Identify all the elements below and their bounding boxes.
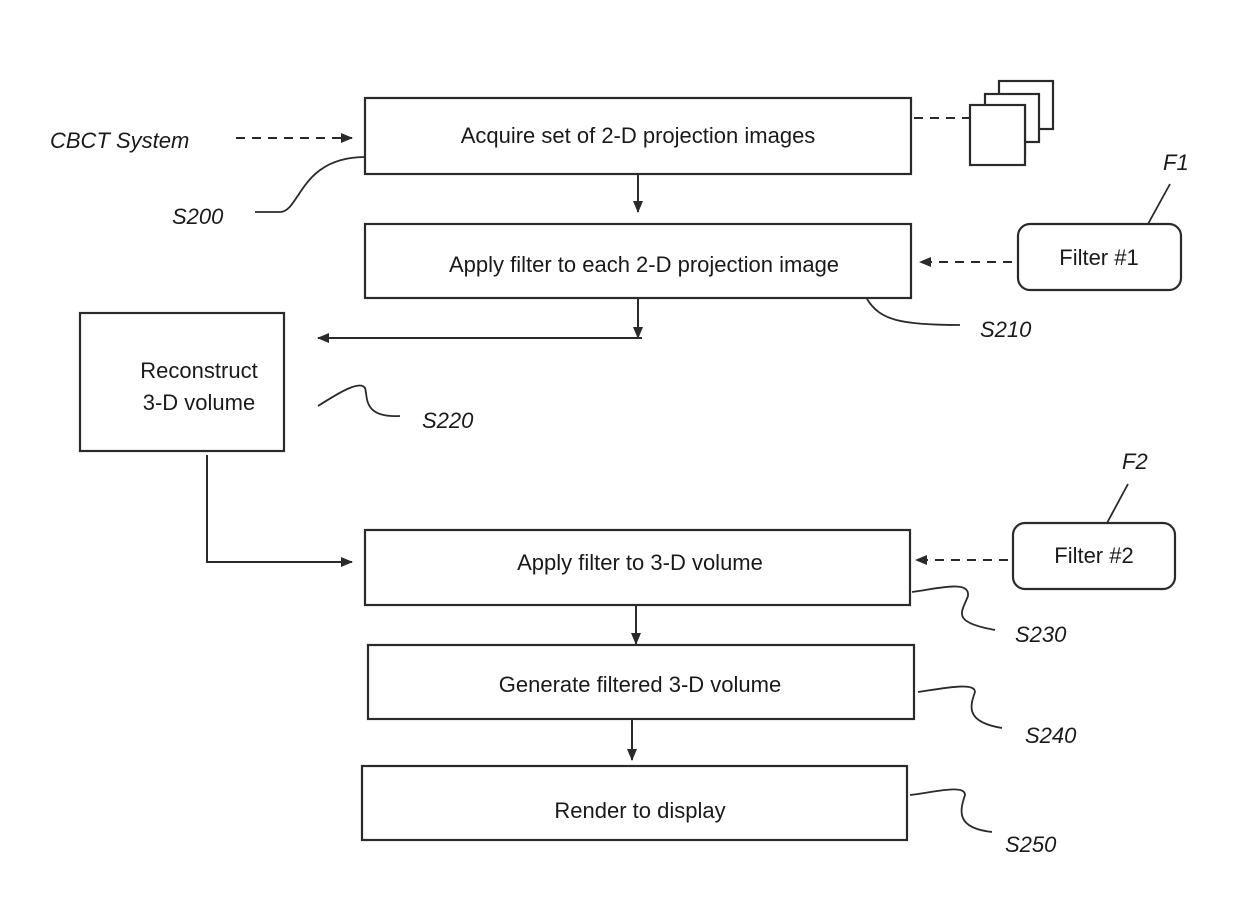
step-s220-label-line1: Reconstruct bbox=[140, 358, 257, 383]
filter-f2: Filter #2 bbox=[1011, 521, 1177, 591]
s200-leader bbox=[255, 156, 366, 213]
s220-ref: S220 bbox=[422, 408, 474, 433]
s200-ref: S200 bbox=[172, 204, 224, 229]
s240-leader bbox=[917, 685, 1003, 729]
cbct-system-label: CBCT System bbox=[50, 128, 189, 153]
projection-images-stack-icon bbox=[968, 79, 1055, 167]
step-s210: Apply filter to each 2-D projection imag… bbox=[363, 222, 913, 300]
s250-ref: S250 bbox=[1005, 832, 1057, 857]
f1-ref: F1 bbox=[1163, 150, 1189, 175]
step-s240: Generate filtered 3-D volume bbox=[366, 643, 916, 721]
s250-leader bbox=[909, 788, 993, 833]
s230-leader bbox=[911, 585, 996, 631]
step-s250: Render to display bbox=[360, 764, 909, 842]
filter-f1-label: Filter #1 bbox=[1059, 245, 1138, 270]
s240-ref: S240 bbox=[1025, 723, 1077, 748]
s210-ref: S210 bbox=[980, 317, 1032, 342]
s220-to-s230-arrow bbox=[206, 455, 353, 567]
f1-leader bbox=[1147, 183, 1171, 225]
step-s230: Apply filter to 3-D volume bbox=[363, 528, 912, 607]
filter-f1: Filter #1 bbox=[1016, 222, 1183, 292]
f2-ref: F2 bbox=[1122, 449, 1148, 474]
step-s220: Reconstruct 3-D volume bbox=[78, 311, 286, 453]
s230-ref: S230 bbox=[1015, 622, 1067, 647]
step-s220-label-line2: 3-D volume bbox=[143, 390, 255, 415]
step-s210-label: Apply filter to each 2-D projection imag… bbox=[449, 252, 839, 277]
s220-leader bbox=[317, 384, 401, 417]
step-s230-label: Apply filter to 3-D volume bbox=[517, 550, 763, 575]
step-s200: Acquire set of 2-D projection images bbox=[363, 96, 913, 176]
step-s200-label: Acquire set of 2-D projection images bbox=[461, 123, 816, 148]
s210-leader bbox=[866, 298, 961, 326]
f2-leader bbox=[1106, 483, 1129, 524]
step-s240-label: Generate filtered 3-D volume bbox=[499, 672, 781, 697]
filter-f2-label: Filter #2 bbox=[1054, 543, 1133, 568]
step-s250-label: Render to display bbox=[554, 798, 725, 823]
flowchart-canvas: CBCT System Acquire set of 2-D projectio… bbox=[50, 79, 1189, 857]
